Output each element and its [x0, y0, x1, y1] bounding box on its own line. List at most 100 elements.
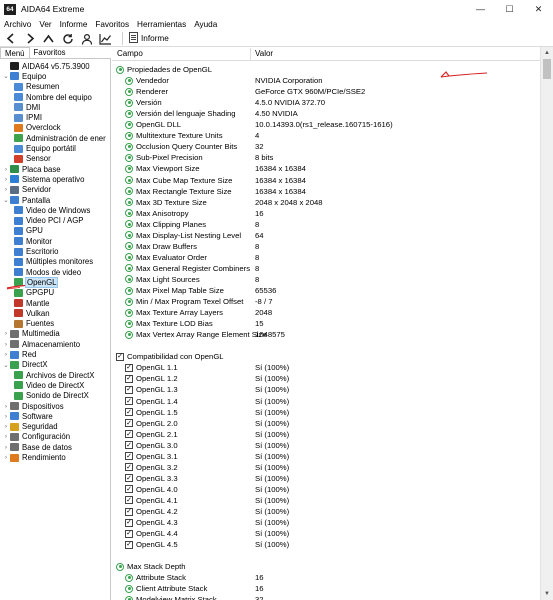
detail-row[interactable]: Max Rectangle Texture Size 16384 x 16384	[112, 186, 540, 197]
tree-item-modos-de-video[interactable]: Modos de video	[14, 267, 81, 277]
detail-row[interactable]: Versión del lenguaje Shading 4.50 NVIDIA	[112, 108, 540, 119]
menu-ver[interactable]: Ver	[35, 20, 55, 29]
tree-item-sistema-operativo[interactable]: › Sistema operativo	[2, 174, 85, 184]
detail-row[interactable]: Max Anisotropy 16	[112, 208, 540, 219]
detail-row[interactable]: ✓ OpenGL 4.1 Sí (100%)	[112, 495, 540, 506]
tree-item-software[interactable]: › Software	[2, 411, 53, 421]
collapsed-arrow-icon[interactable]: ›	[2, 403, 10, 410]
detail-row[interactable]: ✓ OpenGL 2.1 Sí (100%)	[112, 429, 540, 440]
detail-row[interactable]: ✓ OpenGL 1.4 Sí (100%)	[112, 396, 540, 407]
tree-item-base-de-datos[interactable]: › Base de datos	[2, 442, 72, 452]
tree-item-dispositivos[interactable]: › Dispositivos	[2, 401, 64, 411]
tree-item-red[interactable]: › Red	[2, 349, 36, 359]
tree-item-seguridad[interactable]: › Seguridad	[2, 422, 58, 432]
detail-row[interactable]: OpenGL DLL 10.0.14393.0(rs1_release.16071…	[112, 119, 540, 130]
collapsed-arrow-icon[interactable]: ›	[2, 423, 10, 430]
collapsed-arrow-icon[interactable]: ›	[2, 454, 10, 461]
detail-row[interactable]: Occlusion Query Counter Bits 32	[112, 141, 540, 152]
collapsed-arrow-icon[interactable]: ›	[2, 413, 10, 420]
detail-row[interactable]: ✓ OpenGL 1.2 Sí (100%)	[112, 373, 540, 384]
tree-item-vulkan[interactable]: Vulkan	[14, 308, 50, 318]
maximize-button[interactable]: ☐	[495, 0, 524, 18]
tree-item-video-pci-agp[interactable]: Video PCI / AGP	[14, 216, 84, 226]
column-divider[interactable]	[250, 48, 251, 60]
tree-item-sensor[interactable]: Sensor	[14, 154, 51, 164]
collapsed-arrow-icon[interactable]: ›	[2, 330, 10, 337]
detail-row[interactable]: ✓ OpenGL 3.0 Sí (100%)	[112, 440, 540, 451]
detail-row[interactable]: ✓ OpenGL 1.3 Sí (100%)	[112, 384, 540, 395]
tree-item-administraci-n-de-ener[interactable]: Administración de ener	[14, 133, 106, 143]
refresh-icon[interactable]	[59, 32, 76, 46]
tree-item-mantle[interactable]: Mantle	[14, 298, 49, 308]
tree-item-placa-base[interactable]: › Placa base	[2, 164, 61, 174]
detail-row[interactable]: ✓ OpenGL 4.3 Sí (100%)	[112, 517, 540, 528]
expanded-arrow-icon[interactable]: ⌄	[2, 196, 10, 204]
expanded-arrow-icon[interactable]: ⌄	[2, 72, 10, 80]
tree-item-configuraci-n[interactable]: › Configuración	[2, 432, 70, 442]
detail-row[interactable]: Modelview Matrix Stack 32	[112, 594, 540, 600]
menu-informe[interactable]: Informe	[56, 20, 92, 29]
minimize-button[interactable]: —	[466, 0, 495, 18]
back-arrow-icon[interactable]	[2, 32, 19, 46]
tree-item-sonido-de-directx[interactable]: Sonido de DirectX	[14, 391, 89, 401]
column-header-campo[interactable]: Campo	[117, 49, 143, 58]
detail-row[interactable]: ✓ OpenGL 1.5 Sí (100%)	[112, 407, 540, 418]
tree-item-archivos-de-directx[interactable]: Archivos de DirectX	[14, 370, 94, 380]
tree-item-dmi[interactable]: DMI	[14, 102, 40, 112]
tab-favoritos[interactable]: Favoritos	[30, 47, 70, 58]
tree-item-rendimiento[interactable]: › Rendimiento	[2, 452, 66, 462]
tree-item-video-de-directx[interactable]: Video de DirectX	[14, 380, 84, 390]
tree-item-servidor[interactable]: › Servidor	[2, 185, 51, 195]
up-arrow-icon[interactable]	[40, 32, 57, 46]
close-button[interactable]: ✕	[524, 0, 553, 18]
detail-row[interactable]: ✓ OpenGL 1.1 Sí (100%)	[112, 362, 540, 373]
detail-row[interactable]: ✓ OpenGL 4.5 Sí (100%)	[112, 539, 540, 550]
detail-row[interactable]: Max Draw Buffers 8	[112, 241, 540, 252]
detail-row[interactable]: Sub-Pixel Precision 8 bits	[112, 152, 540, 163]
report-button[interactable]: Informe	[129, 32, 169, 45]
tree-item-escritorio[interactable]: Escritorio	[14, 246, 59, 256]
detail-row[interactable]: Max Clipping Planes 8	[112, 219, 540, 230]
detail-row[interactable]: Max Texture LOD Bias 15	[112, 318, 540, 329]
tree-item-gpu[interactable]: GPU	[14, 226, 43, 236]
tree-item-equipo-port-til[interactable]: Equipo portátil	[14, 143, 76, 153]
detail-row[interactable]: ✓ OpenGL 4.0 Sí (100%)	[112, 484, 540, 495]
detail-row[interactable]: Attribute Stack 16	[112, 572, 540, 583]
detail-row[interactable]: ✓ OpenGL 4.2 Sí (100%)	[112, 506, 540, 517]
detail-row[interactable]: Max General Register Combiners 8	[112, 263, 540, 274]
vertical-scrollbar[interactable]: ▲ ▼	[540, 47, 553, 600]
scroll-up-icon[interactable]: ▲	[541, 47, 553, 59]
collapsed-arrow-icon[interactable]: ›	[2, 351, 10, 358]
menu-favoritos[interactable]: Favoritos	[91, 20, 133, 29]
detail-row[interactable]: ✓ OpenGL 3.3 Sí (100%)	[112, 473, 540, 484]
collapsed-arrow-icon[interactable]: ›	[2, 186, 10, 193]
tree-item-almacenamiento[interactable]: › Almacenamiento	[2, 339, 80, 349]
detail-row[interactable]: Max Vertex Array Range Element Size 10485…	[112, 329, 540, 340]
detail-row[interactable]: Min / Max Program Texel Offset -8 / 7	[112, 296, 540, 307]
detail-row[interactable]: ✓ OpenGL 2.0 Sí (100%)	[112, 418, 540, 429]
user-icon[interactable]	[78, 32, 95, 46]
detail-row[interactable]: Max Display-List Nesting Level 64	[112, 230, 540, 241]
detail-row[interactable]: Renderer GeForce GTX 960M/PCIe/SSE2	[112, 86, 540, 97]
collapsed-arrow-icon[interactable]: ›	[2, 166, 10, 173]
tree-item-pantalla[interactable]: ⌄ Pantalla	[2, 195, 50, 205]
tree-item-directx[interactable]: ⌄ DirectX	[2, 360, 47, 370]
detail-row[interactable]: Client Attribute Stack 16	[112, 583, 540, 594]
detail-row[interactable]: Versión 4.5.0 NVIDIA 372.70	[112, 97, 540, 108]
scrollbar-thumb[interactable]	[543, 59, 551, 79]
detail-row[interactable]: Multitexture Texture Units 4	[112, 130, 540, 141]
detail-row[interactable]: Max Evaluator Order 8	[112, 252, 540, 263]
tree-item-equipo[interactable]: ⌄ Equipo	[2, 71, 46, 81]
expanded-arrow-icon[interactable]: ⌄	[2, 361, 10, 369]
tree-item-video-de-windows[interactable]: Video de Windows	[14, 205, 90, 215]
tree-item-resumen[interactable]: Resumen	[14, 82, 59, 92]
detail-row[interactable]: Max 3D Texture Size 2048 x 2048 x 2048	[112, 197, 540, 208]
scroll-down-icon[interactable]: ▼	[541, 588, 553, 600]
collapsed-arrow-icon[interactable]: ›	[2, 341, 10, 348]
forward-arrow-icon[interactable]	[21, 32, 38, 46]
collapsed-arrow-icon[interactable]: ›	[2, 176, 10, 183]
menu-ayuda[interactable]: Ayuda	[190, 20, 221, 29]
detail-row[interactable]: Max Cube Map Texture Size 16384 x 16384	[112, 175, 540, 186]
detail-row[interactable]: Max Viewport Size 16384 x 16384	[112, 163, 540, 174]
tree-item-fuentes[interactable]: Fuentes	[14, 319, 54, 329]
